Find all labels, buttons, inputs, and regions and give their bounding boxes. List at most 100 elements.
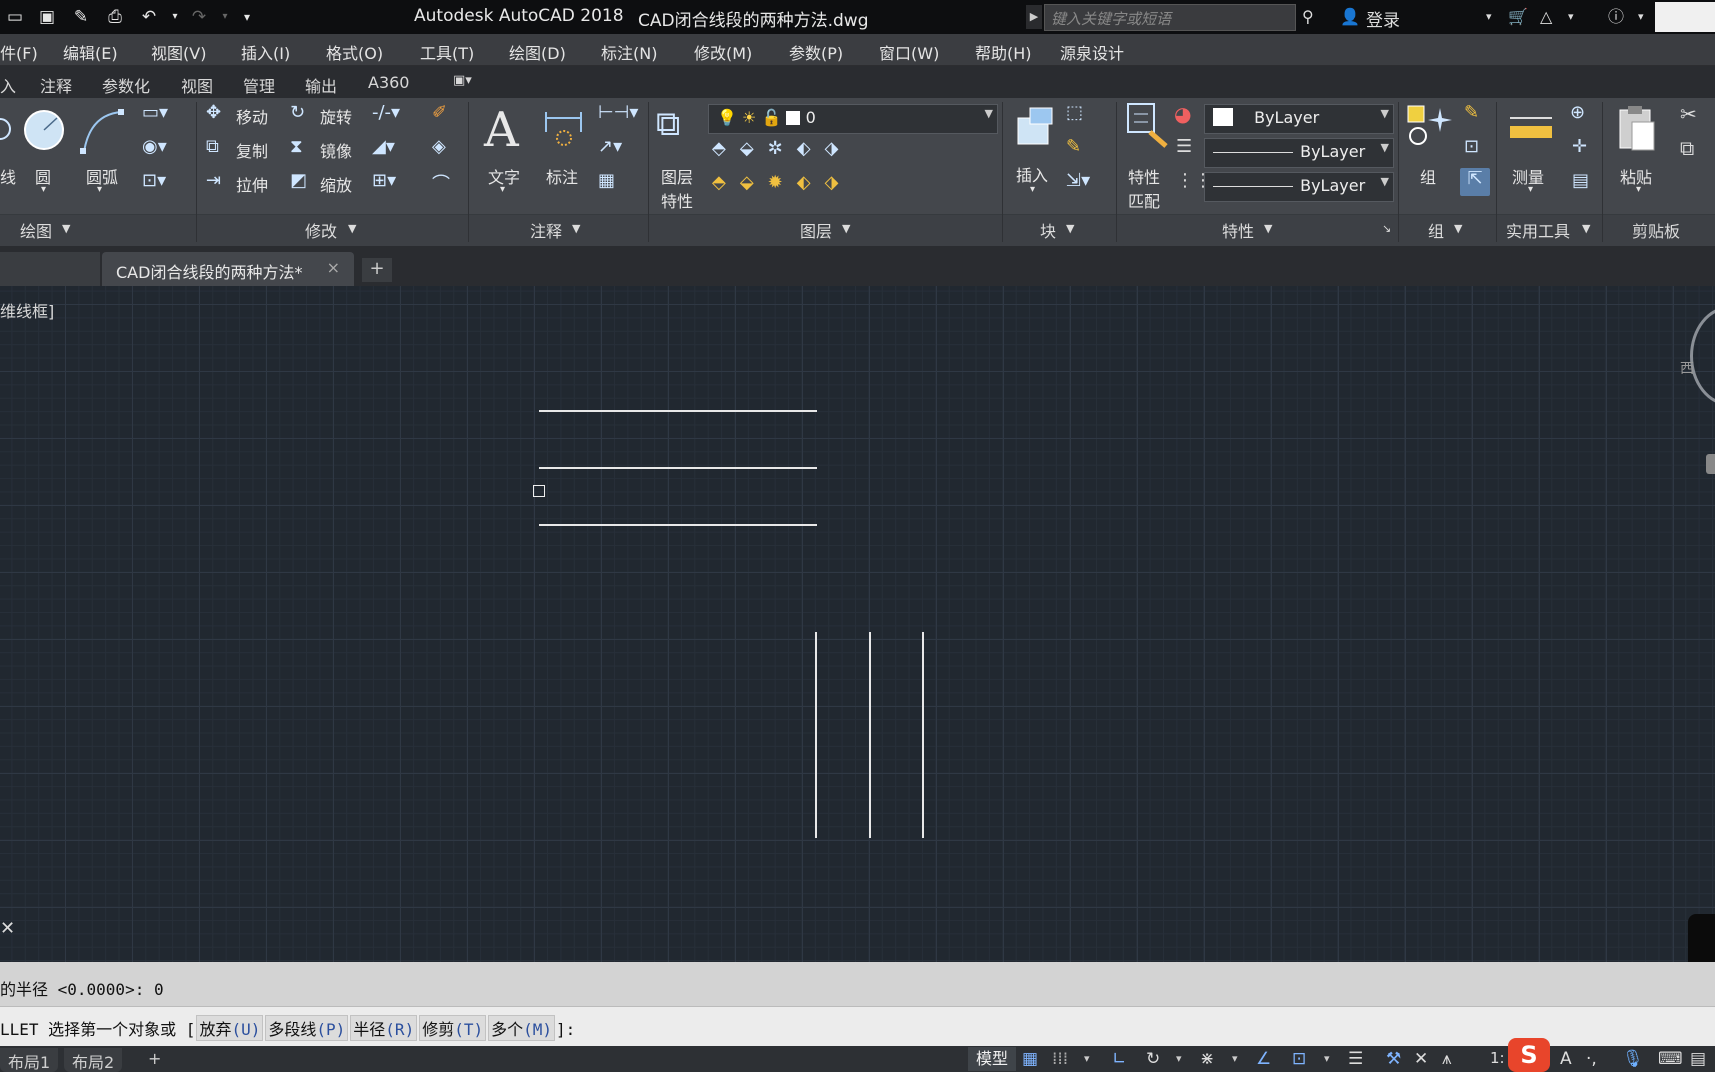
help-icon[interactable]: ⓘ xyxy=(1608,5,1624,29)
layer-dropdown[interactable]: 💡 ☀ 🔓 0 ▼ xyxy=(708,104,998,134)
draw-panel-dropdown-icon[interactable]: ▼ xyxy=(62,222,70,235)
undo-dropdown-icon[interactable]: ▾ xyxy=(164,6,186,28)
create-block-icon[interactable]: ⬚ xyxy=(1066,102,1083,123)
menu-draw[interactable]: 绘图(D) xyxy=(509,40,566,64)
paste-dropdown-icon[interactable]: ▾ xyxy=(1636,184,1641,195)
match-properties-label-1[interactable]: 特性 xyxy=(1128,164,1160,188)
redo-icon[interactable]: ↷ xyxy=(188,6,210,28)
menu-dimension[interactable]: 标注(N) xyxy=(601,40,657,64)
isodraft-icon[interactable]: ⋇ xyxy=(1200,1049,1214,1069)
annotation-scale-icon[interactable]: ⚒ xyxy=(1386,1049,1401,1069)
login-link[interactable]: 登录 xyxy=(1366,6,1400,31)
tab-view[interactable]: 视图 xyxy=(181,73,213,97)
vertical-line-1[interactable] xyxy=(815,632,817,838)
layer-tools-row-2-icon[interactable]: ⬘⬙✹⬖⬗ xyxy=(712,172,852,193)
match-properties-label-2[interactable]: 匹配 xyxy=(1128,188,1160,212)
redo-dropdown-icon[interactable]: ▾ xyxy=(214,6,236,28)
tab-parametric[interactable]: 参数化 xyxy=(102,73,150,97)
menu-file[interactable]: 件(F) xyxy=(0,40,38,64)
group-button[interactable]: 组 xyxy=(1420,164,1436,188)
cut-icon[interactable]: ✂ xyxy=(1680,102,1697,126)
dimension-button[interactable]: 标注 xyxy=(546,164,578,188)
clipboard-panel-title[interactable]: 剪贴板 xyxy=(1632,218,1680,242)
layers-panel-dropdown-icon[interactable]: ▼ xyxy=(842,222,850,235)
copy-button[interactable]: 复制 xyxy=(236,138,268,162)
move-button[interactable]: 移动 xyxy=(236,104,268,128)
new-tab-button[interactable]: + xyxy=(362,258,392,282)
vertical-line-3[interactable] xyxy=(922,632,924,838)
search-input[interactable]: 键入关键字或短语 xyxy=(1044,4,1296,31)
navigation-bar-handle[interactable] xyxy=(1706,454,1715,474)
horizontal-line-1[interactable] xyxy=(539,410,817,412)
horizontal-line-3[interactable] xyxy=(539,524,817,526)
attribute-icon[interactable]: ⇲▾ xyxy=(1066,170,1090,191)
tab-layout2[interactable]: 布局2 xyxy=(64,1048,123,1072)
layers-panel-title[interactable]: 图层 xyxy=(800,218,832,242)
undo-icon[interactable]: ↶ xyxy=(138,6,160,28)
menu-modify[interactable]: 修改(M) xyxy=(694,40,752,64)
window-minimize-button[interactable] xyxy=(1655,2,1715,32)
drawing-canvas[interactable]: 维线框] 西 ✕ xyxy=(0,286,1715,1014)
object-snap-tracking-icon[interactable]: ∠ xyxy=(1256,1049,1271,1069)
lineweight-icon[interactable]: ☰ xyxy=(1176,136,1192,157)
circle-icon[interactable] xyxy=(23,108,67,152)
option-undo[interactable]: 放弃(U) xyxy=(196,1015,264,1041)
menu-view[interactable]: 视图(V) xyxy=(151,40,206,64)
group-icon[interactable] xyxy=(1406,104,1454,148)
draw-panel-title[interactable]: 绘图 xyxy=(20,218,52,242)
close-icon[interactable]: × xyxy=(327,258,340,277)
object-snap-icon[interactable]: ⊡ xyxy=(1292,1049,1306,1069)
modify-panel-title[interactable]: 修改 xyxy=(305,218,337,242)
tab-layout1[interactable]: 布局1 xyxy=(0,1048,59,1072)
color-dropdown[interactable]: ByLayer ▼ xyxy=(1204,104,1394,134)
layer-properties-icon[interactable]: ⧉ xyxy=(656,104,680,144)
layer-tools-row-1-icon[interactable]: ⬘⬙✲⬖⬗ xyxy=(712,138,852,159)
paste-icon[interactable] xyxy=(1618,104,1658,152)
ribbon-options-icon[interactable]: ▣▾ xyxy=(453,73,472,88)
save-as-icon[interactable]: ✎ xyxy=(70,6,92,28)
text-dropdown-icon[interactable]: ▾ xyxy=(500,184,505,195)
binoculars-icon[interactable]: ⚲ xyxy=(1302,5,1314,29)
menu-window[interactable]: 窗口(W) xyxy=(879,40,939,64)
table-icon[interactable]: ▦ xyxy=(598,170,615,191)
copy-clip-icon[interactable]: ⧉ xyxy=(1680,136,1694,160)
tab-annotate[interactable]: 注释 xyxy=(40,73,72,97)
block-panel-dropdown-icon[interactable]: ▼ xyxy=(1066,222,1074,235)
option-radius[interactable]: 半径(R) xyxy=(350,1015,418,1041)
measure-dropdown-icon[interactable]: ▾ xyxy=(1528,184,1533,195)
properties-panel-dropdown-icon[interactable]: ▼ xyxy=(1264,222,1272,235)
login-dropdown-icon[interactable]: ▾ xyxy=(1486,5,1492,29)
boundary-icon[interactable]: ⊡▾ xyxy=(142,170,166,191)
tab-insert[interactable]: 入 xyxy=(0,73,16,97)
layer-properties-label-2[interactable]: 特性 xyxy=(661,188,693,212)
menu-tools[interactable]: 工具(T) xyxy=(420,40,474,64)
arc-icon[interactable] xyxy=(80,108,126,156)
rotate-icon[interactable]: ↻ xyxy=(290,102,305,123)
point-icon[interactable]: ✛ xyxy=(1572,136,1587,157)
insert-block-icon[interactable] xyxy=(1012,106,1056,150)
save-icon[interactable]: ▣ xyxy=(36,6,58,28)
scale-button[interactable]: 缩放 xyxy=(320,172,352,196)
grid-icon[interactable]: ▦ xyxy=(1022,1049,1038,1069)
tab-output[interactable]: 输出 xyxy=(305,73,337,97)
ime-punctuation-icon[interactable]: ·, xyxy=(1586,1049,1597,1069)
polar-icon[interactable]: ↻ xyxy=(1146,1049,1160,1069)
utilities-panel-title[interactable]: 实用工具 xyxy=(1506,218,1570,242)
offset-icon[interactable]: ⌒ xyxy=(432,170,450,196)
tab-document[interactable]: CAD闭合线段的两种方法* × xyxy=(102,252,354,286)
option-multiple[interactable]: 多个(M) xyxy=(488,1015,556,1041)
menu-help[interactable]: 帮助(H) xyxy=(975,40,1032,64)
line-label[interactable]: 线 xyxy=(0,164,16,188)
menu-format[interactable]: 格式(O) xyxy=(326,40,383,64)
annotation-panel-dropdown-icon[interactable]: ▼ xyxy=(572,222,580,235)
explode-icon[interactable]: ◈ xyxy=(432,136,446,157)
mirror-button[interactable]: 镜像 xyxy=(320,138,352,162)
polar-dropdown-icon[interactable]: ▾ xyxy=(1176,1049,1182,1069)
scale-icon[interactable]: ◩ xyxy=(290,170,307,191)
microphone-icon[interactable]: 🎙 xyxy=(1622,1049,1644,1069)
dimension-icon[interactable] xyxy=(543,108,585,150)
calculator-icon[interactable]: ▤ xyxy=(1572,170,1589,191)
ime-chinese-icon[interactable]: A xyxy=(1560,1049,1572,1069)
command-line[interactable]: LLET 选择第一个对象或 [放弃(U) 多段线(P) 半径(R) 修剪(T) 多个(M… xyxy=(0,1006,1715,1046)
block-panel-title[interactable]: 块 xyxy=(1040,218,1056,242)
